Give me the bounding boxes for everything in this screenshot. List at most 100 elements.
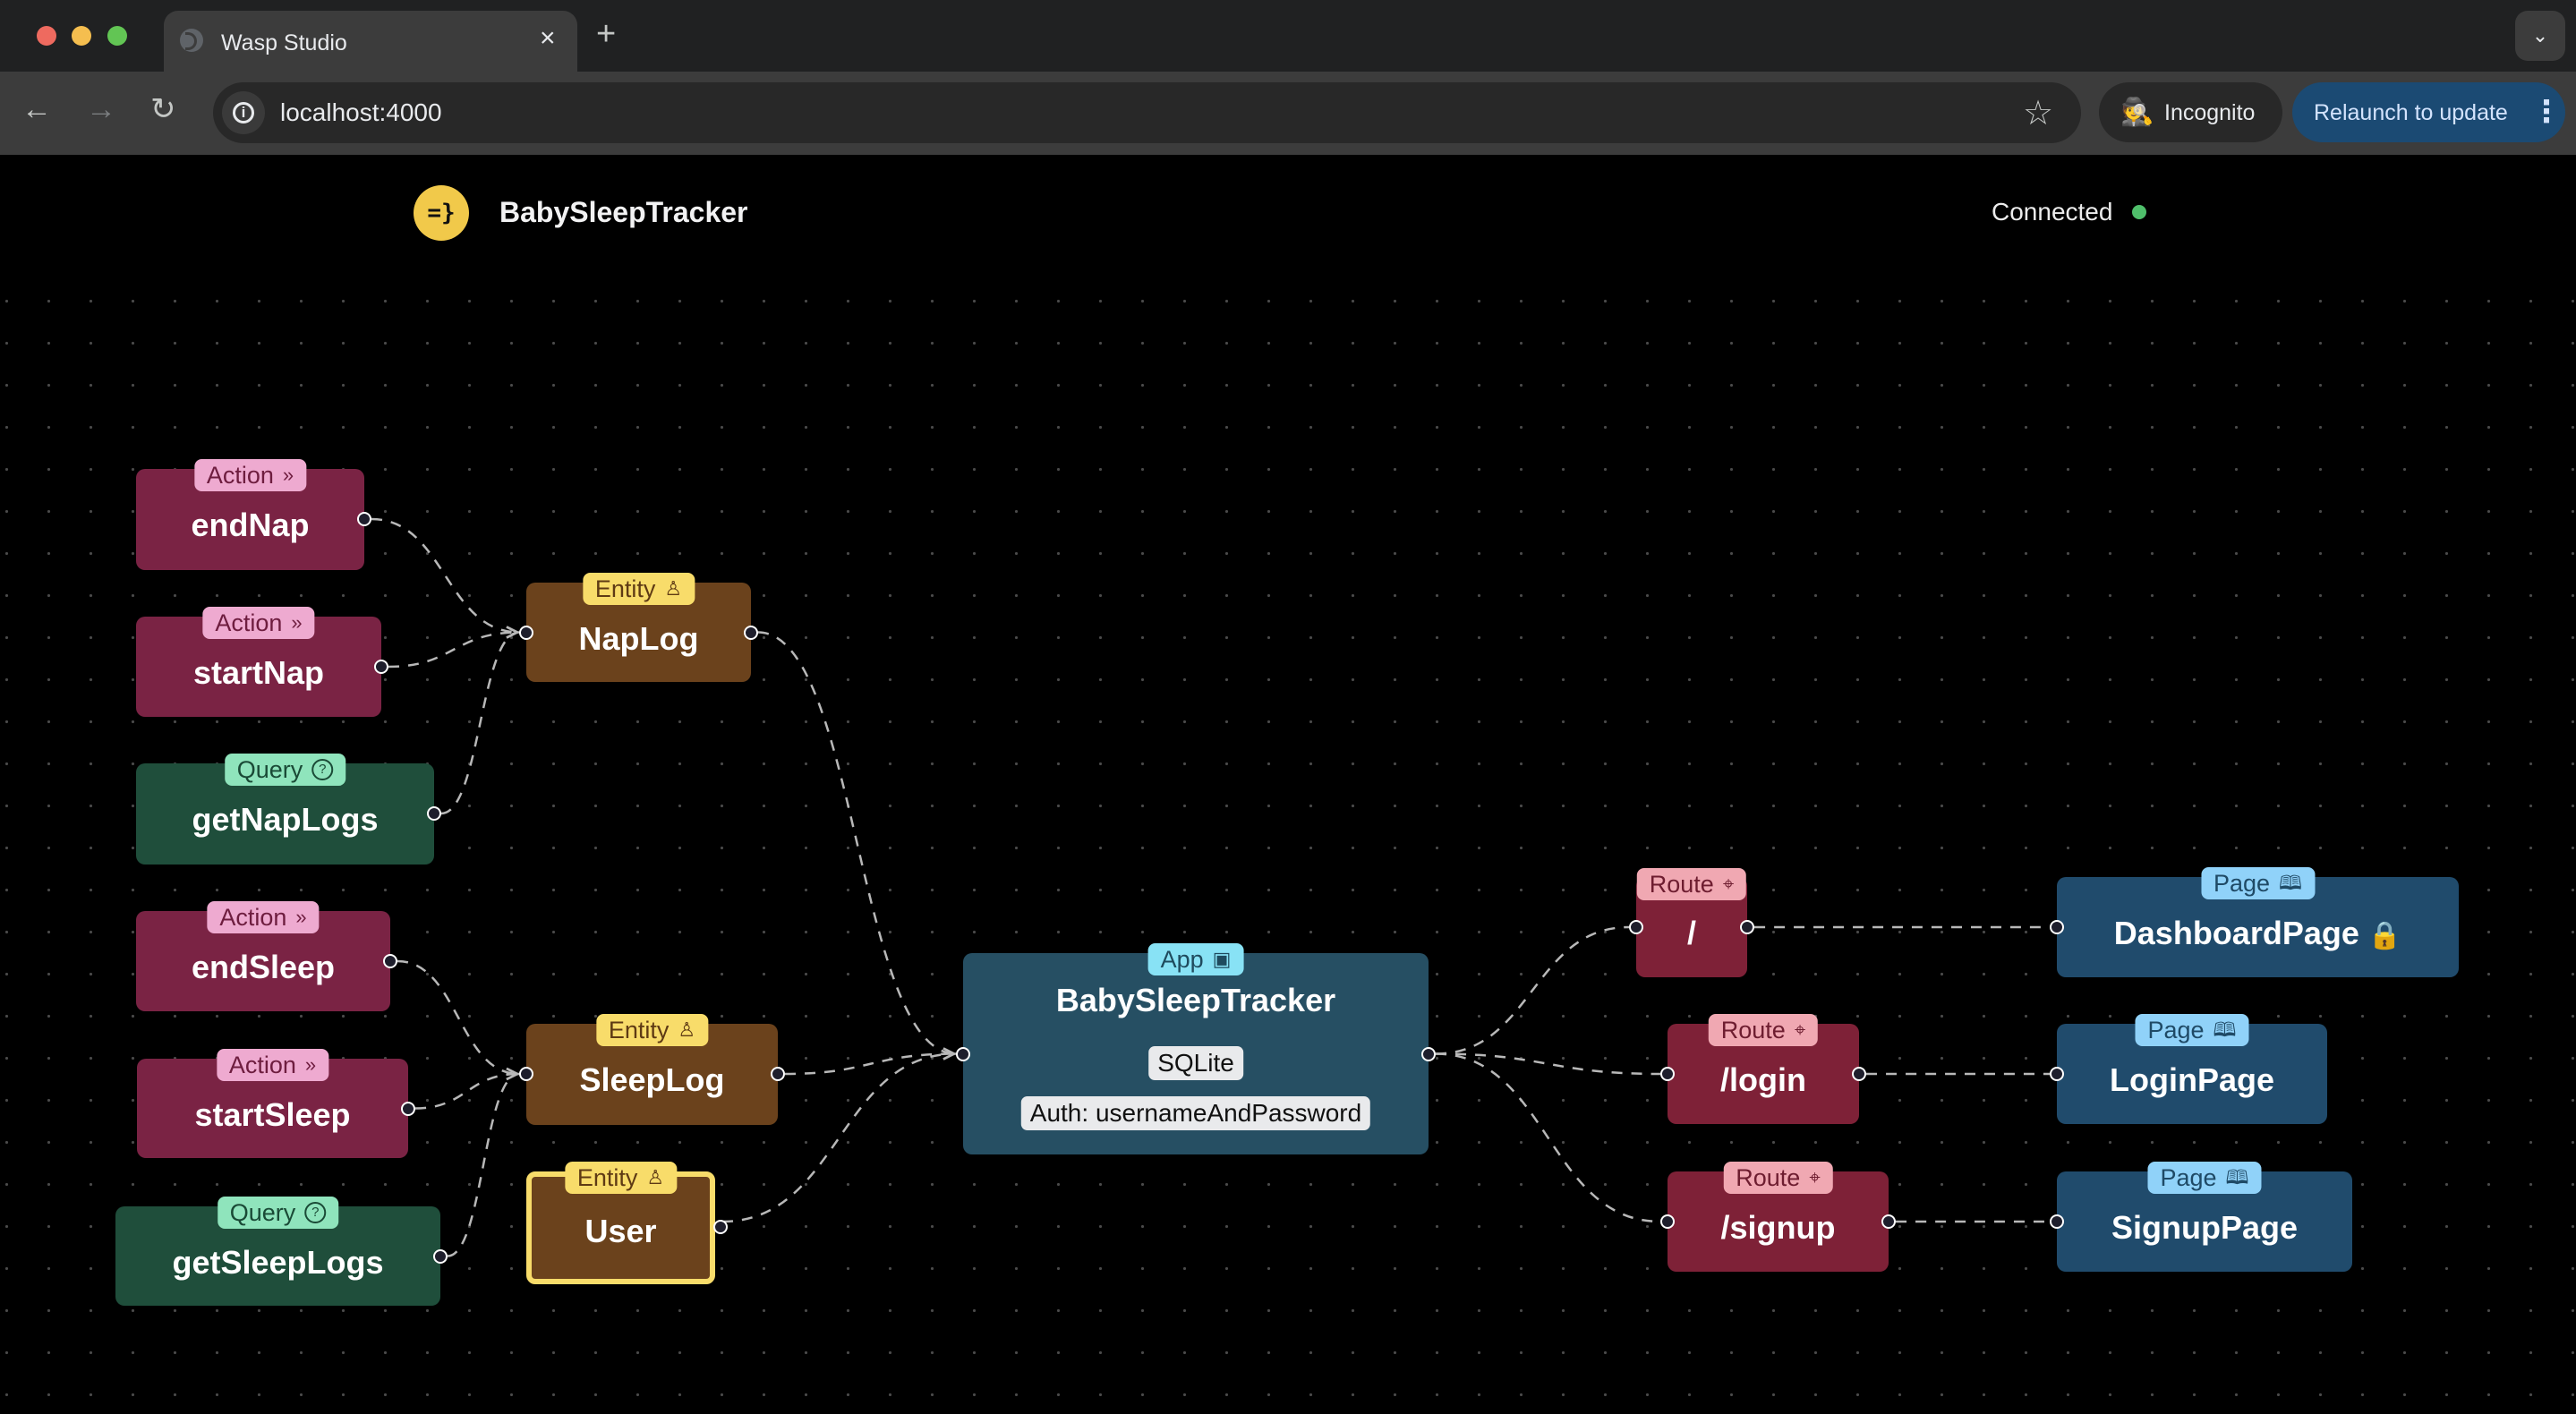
page-node-DashboardPage[interactable]: Page 🕮 DashboardPage 🔒 [2050, 867, 2459, 977]
action-node-endSleep[interactable]: Action» endSleep [136, 901, 397, 1011]
target-handle[interactable] [956, 1046, 970, 1061]
help-circle-icon: ? [311, 759, 334, 780]
node-title: getNapLogs [192, 801, 379, 838]
chevrons-right-icon: » [282, 464, 294, 486]
book-open-icon: 🕮 [2225, 1166, 2249, 1188]
relaunch-to-update-button[interactable]: Relaunch to update ⋮ [2292, 82, 2565, 142]
tab-title: Wasp Studio [221, 30, 347, 55]
page-node-LoginPage[interactable]: Page 🕮 LoginPage [2050, 1014, 2327, 1124]
tab-search-button[interactable]: ⌄ [2515, 11, 2565, 61]
help-circle-icon: ? [304, 1202, 327, 1223]
cpu-chip-icon: ▣ [1212, 948, 1232, 970]
lock-icon: 🔒 [2367, 921, 2402, 950]
node-title: startSleep [194, 1096, 351, 1133]
node-title: NapLog [578, 620, 699, 657]
app-node[interactable]: App ▣ BabySleepTracker SQLite Auth: usern… [956, 943, 1436, 1154]
cursor-click-icon: ⌖ [1722, 873, 1735, 895]
site-info-button[interactable]: i [222, 91, 265, 134]
entity-node-NapLog[interactable]: Entity ♙ NapLog [519, 573, 758, 682]
node-title: endNap [191, 507, 310, 543]
info-icon: i [233, 102, 254, 124]
app-header: =} BabySleepTracker Connected [0, 155, 2576, 262]
source-handle[interactable] [357, 512, 371, 526]
source-handle[interactable] [1852, 1067, 1866, 1081]
page-badge: Page 🕮 [2147, 1162, 2262, 1194]
chevrons-right-icon: » [291, 611, 303, 634]
cursor-click-icon: ⌖ [1794, 1018, 1806, 1041]
source-handle[interactable] [771, 1067, 785, 1081]
action-badge: Action» [202, 607, 315, 639]
source-handle[interactable] [1881, 1214, 1896, 1229]
book-open-icon: 🕮 [2279, 872, 2303, 894]
source-handle[interactable] [433, 1248, 448, 1264]
query-node-getSleepLogs[interactable]: Query? getSleepLogs [115, 1197, 448, 1306]
new-tab-button[interactable]: + [596, 16, 616, 52]
maximize-window-button[interactable] [107, 26, 127, 46]
source-handle[interactable] [427, 806, 441, 821]
database-chip: SQLite [1148, 1046, 1243, 1080]
minimize-window-button[interactable] [72, 26, 91, 46]
incognito-label: Incognito [2164, 100, 2256, 125]
browser-titlebar: Wasp Studio × + ⌄ [0, 0, 2576, 73]
route-badge: Route ⌖ [1708, 1014, 1819, 1046]
node-title: SleepLog [579, 1061, 725, 1098]
close-tab-icon[interactable]: × [540, 25, 556, 52]
cursor-click-icon: ⌖ [1809, 1166, 1821, 1188]
query-node-getNapLogs[interactable]: Query? getNapLogs [136, 754, 441, 865]
source-handle[interactable] [1421, 1046, 1436, 1061]
source-handle[interactable] [744, 625, 758, 640]
route-node-login[interactable]: Route ⌖ /login [1660, 1014, 1866, 1124]
chevrons-right-icon: » [304, 1053, 317, 1076]
connection-status-dot [2132, 205, 2146, 219]
route-node-root[interactable]: Route ⌖ / [1629, 868, 1754, 977]
close-window-button[interactable] [37, 26, 56, 46]
action-node-endNap[interactable]: Action» endNap [136, 459, 371, 570]
action-badge: Action» [207, 901, 320, 933]
tab-wasp-studio[interactable]: Wasp Studio × [164, 11, 577, 73]
action-badge: Action» [216, 1049, 329, 1081]
target-handle[interactable] [2050, 1214, 2064, 1229]
source-handle[interactable] [713, 1220, 728, 1234]
back-button[interactable]: ← [21, 91, 52, 127]
target-handle[interactable] [2050, 920, 2064, 934]
node-title: BabySleepTracker [1055, 982, 1336, 1018]
action-node-startSleep[interactable]: Action» startSleep [137, 1049, 415, 1158]
forward-button[interactable]: → [86, 91, 116, 127]
target-handle[interactable] [2050, 1067, 2064, 1081]
node-title: startNap [192, 654, 325, 691]
route-badge: Route ⌖ [1636, 868, 1747, 900]
target-handle[interactable] [519, 1067, 533, 1081]
more-menu-icon[interactable]: ⋮ [2531, 94, 2562, 130]
app-badge: App ▣ [1147, 943, 1244, 975]
entity-node-User[interactable]: Entity ♙ User [526, 1162, 728, 1284]
target-handle[interactable] [1660, 1067, 1675, 1081]
source-handle[interactable] [1740, 920, 1754, 934]
route-node-signup[interactable]: Route ⌖ /signup [1660, 1162, 1896, 1272]
node-title: DashboardPage 🔒 [2057, 915, 2459, 952]
target-handle[interactable] [519, 625, 533, 640]
connection-status-label: Connected [1992, 198, 2113, 226]
source-handle[interactable] [401, 1101, 415, 1116]
page-badge: Page 🕮 [2200, 867, 2316, 899]
incognito-icon: 🕵 [2120, 98, 2154, 127]
reload-button[interactable]: ↻ [150, 91, 176, 127]
entity-node-SleepLog[interactable]: Entity ♙ SleepLog [519, 1014, 785, 1125]
auth-chip: Auth: usernameAndPassword [1020, 1096, 1371, 1130]
source-handle[interactable] [383, 954, 397, 968]
address-bar[interactable]: i localhost:4000 ☆ [213, 82, 2081, 143]
relaunch-label: Relaunch to update [2314, 100, 2508, 125]
node-title: /login [1720, 1061, 1806, 1098]
globe-icon [180, 29, 203, 52]
page-node-SignupPage[interactable]: Page 🕮 SignupPage [2050, 1162, 2352, 1272]
target-handle[interactable] [1660, 1214, 1675, 1229]
target-handle[interactable] [1629, 920, 1643, 934]
node-title: SignupPage [2111, 1209, 2299, 1246]
bookmark-star-icon[interactable]: ☆ [2023, 93, 2053, 133]
route-badge: Route ⌖ [1723, 1162, 1833, 1194]
query-badge: Query? [224, 754, 346, 786]
wasp-logo: =} [414, 185, 469, 241]
source-handle[interactable] [374, 660, 388, 674]
url-text[interactable]: localhost:4000 [280, 98, 442, 127]
incognito-button[interactable]: 🕵 Incognito [2099, 82, 2282, 142]
action-node-startNap[interactable]: Action» startNap [136, 607, 388, 717]
